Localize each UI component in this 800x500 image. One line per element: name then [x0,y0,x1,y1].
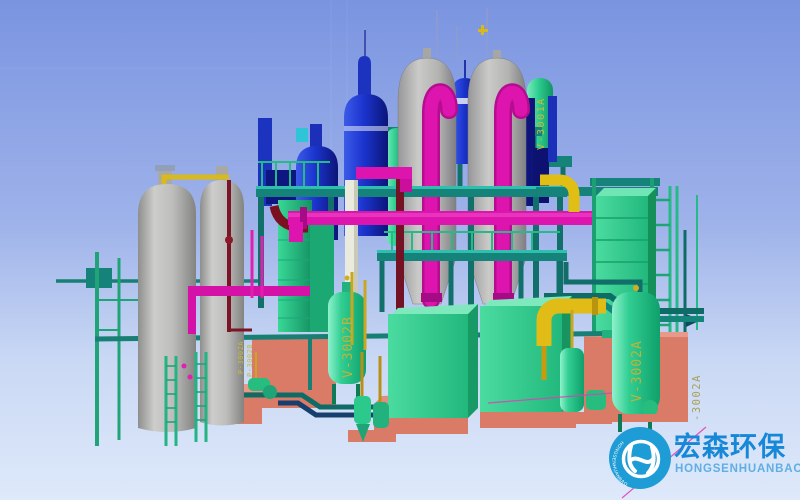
tag-p3002b: P-3002B [246,344,254,377]
logo-en-text: HONGSENHUANBAO [675,463,800,475]
plant-render: V-3001A V-3002B V-3002A -3002A P-3002A P… [0,0,800,500]
tag-v3002a: V-3002A [630,340,645,402]
plant-3d-scene: V-3001A V-3002B V-3002A -3002A P-3002A P… [0,0,800,500]
green-box-1 [388,304,478,418]
tag-v3002b: V-3002B [341,316,356,378]
tag-p3002a: P-3002A [237,341,245,374]
logo-cn-text: 宏森环保 [674,431,786,462]
tag-v3001a: V-3001A [536,97,547,150]
tag-3002a: -3002A [691,374,703,421]
